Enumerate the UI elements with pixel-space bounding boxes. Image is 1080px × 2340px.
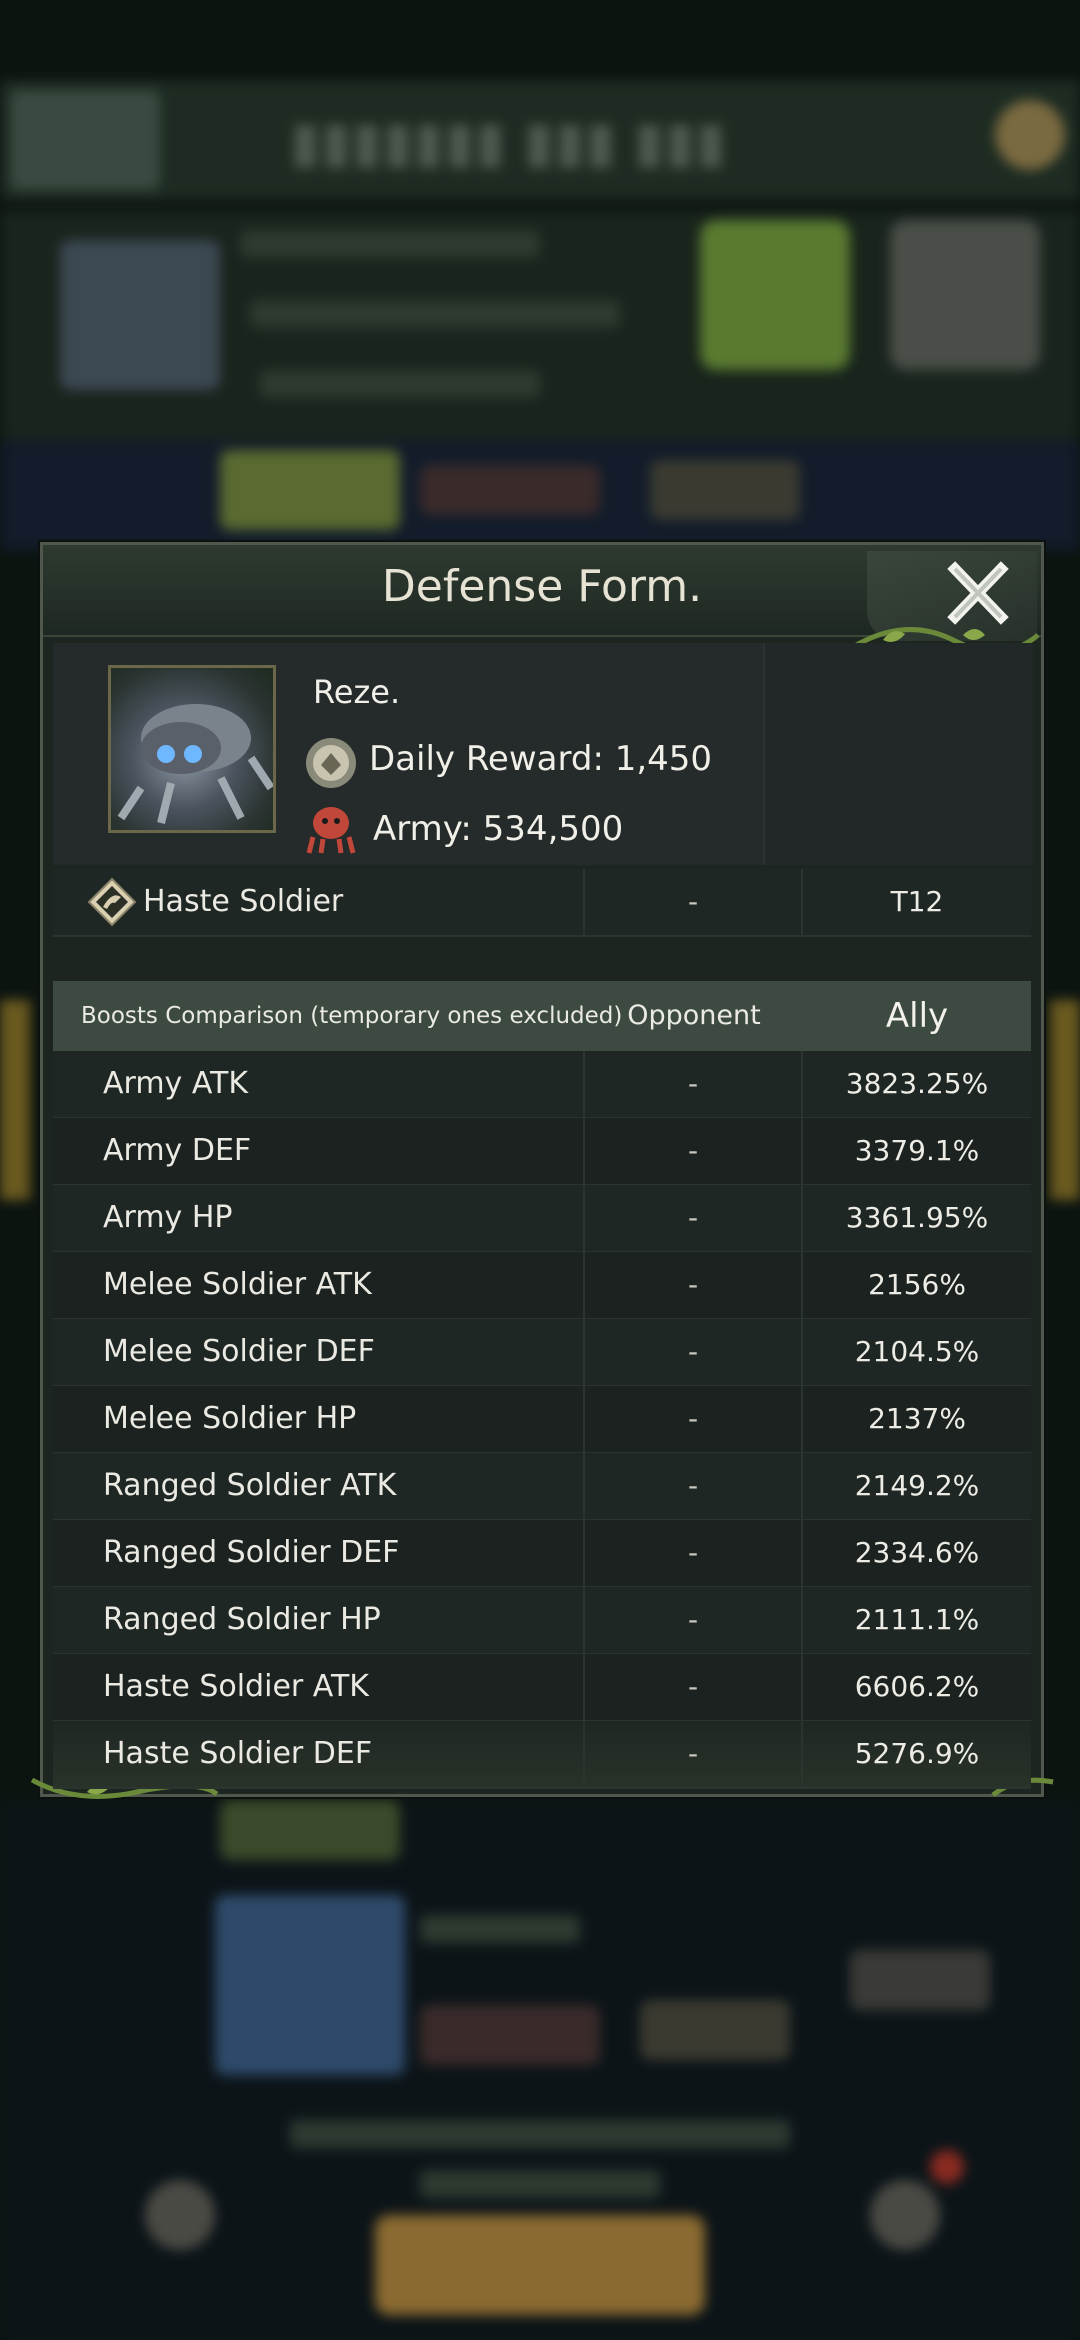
- boosts-table-header: Boosts Comparison (temporary ones exclud…: [53, 981, 1031, 1051]
- row-ally: 5276.9%: [854, 1737, 980, 1770]
- row-ally: 2149.2%: [854, 1469, 980, 1502]
- player-info-card: Reze. Daily Reward: 1,450 Army: 534,500: [53, 643, 1033, 865]
- table-row: Army ATK - 3823.25%: [53, 1051, 1031, 1119]
- table-row: Melee Soldier DEF - 2104.5%: [53, 1319, 1031, 1387]
- row-label: Melee Soldier ATK: [103, 1267, 372, 1302]
- table-row: Melee Soldier ATK - 2156%: [53, 1252, 1031, 1320]
- row-ally: 2137%: [868, 1402, 966, 1435]
- row-opponent: -: [585, 1319, 803, 1385]
- troop-opponent-value: -: [585, 869, 803, 935]
- table-row: Ranged Soldier DEF - 2334.6%: [53, 1520, 1031, 1588]
- table-row: Army DEF - 3379.1%: [53, 1118, 1031, 1186]
- daily-reward-text: Daily Reward: 1,450: [369, 739, 713, 779]
- row-opponent: -: [585, 1654, 803, 1720]
- row-ally: 6606.2%: [854, 1670, 980, 1703]
- row-ally: 2111.1%: [854, 1603, 980, 1636]
- table-row: Army HP - 3361.95%: [53, 1185, 1031, 1253]
- mech-spider-icon: [117, 704, 273, 824]
- header-opponent: Opponent: [627, 1000, 761, 1031]
- table-row: Ranged Soldier ATK - 2149.2%: [53, 1453, 1031, 1521]
- row-label: Army DEF: [103, 1133, 252, 1168]
- row-ally: 3379.1%: [854, 1134, 980, 1167]
- reward-medal-icon: [306, 738, 356, 788]
- defense-form-dialog: Defense Form. Reze. Daily Reward: 1,450 …: [30, 542, 1054, 1799]
- row-label: Army HP: [103, 1200, 233, 1235]
- troop-type-row: Haste Soldier - T12: [53, 869, 1031, 937]
- row-ally: 2156%: [868, 1268, 966, 1301]
- row-opponent: -: [585, 1386, 803, 1452]
- table-row: Haste Soldier ATK - 6606.2%: [53, 1654, 1031, 1722]
- row-opponent: -: [585, 1721, 803, 1787]
- row-ally: 3823.25%: [845, 1067, 989, 1100]
- player-portrait[interactable]: [108, 665, 276, 833]
- army-soldier-icon: [306, 807, 356, 854]
- row-label: Army ATK: [103, 1066, 249, 1101]
- table-row: Ranged Soldier HP - 2111.1%: [53, 1587, 1031, 1655]
- troop-ally-value: T12: [890, 885, 944, 918]
- row-opponent: -: [585, 1185, 803, 1251]
- troop-label: Haste Soldier: [143, 884, 344, 919]
- row-label: Haste Soldier ATK: [103, 1669, 369, 1704]
- row-label: Ranged Soldier HP: [103, 1602, 381, 1637]
- haste-soldier-icon: [87, 877, 137, 927]
- row-opponent: -: [585, 1118, 803, 1184]
- header-ally: Ally: [885, 996, 949, 1036]
- row-label: Melee Soldier DEF: [103, 1334, 375, 1369]
- row-opponent: -: [585, 1252, 803, 1318]
- row-label: Ranged Soldier ATK: [103, 1468, 397, 1503]
- row-opponent: -: [585, 1587, 803, 1653]
- info-right-panel: [763, 643, 1033, 865]
- row-label: Melee Soldier HP: [103, 1401, 357, 1436]
- row-opponent: -: [585, 1051, 803, 1117]
- row-opponent: -: [585, 1520, 803, 1586]
- row-ally: 2334.6%: [854, 1536, 980, 1569]
- table-row: Melee Soldier HP - 2137%: [53, 1386, 1031, 1454]
- army-count-text: Army: 534,500: [373, 809, 624, 849]
- row-label: Haste Soldier DEF: [103, 1736, 373, 1771]
- row-label: Ranged Soldier DEF: [103, 1535, 400, 1570]
- row-ally: 3361.95%: [845, 1201, 989, 1234]
- player-name: Reze.: [313, 673, 401, 711]
- row-ally: 2104.5%: [854, 1335, 980, 1368]
- header-boosts: Boosts Comparison (temporary ones exclud…: [81, 1003, 623, 1029]
- row-opponent: -: [585, 1453, 803, 1519]
- table-row: Haste Soldier DEF - 5276.9%: [53, 1721, 1031, 1789]
